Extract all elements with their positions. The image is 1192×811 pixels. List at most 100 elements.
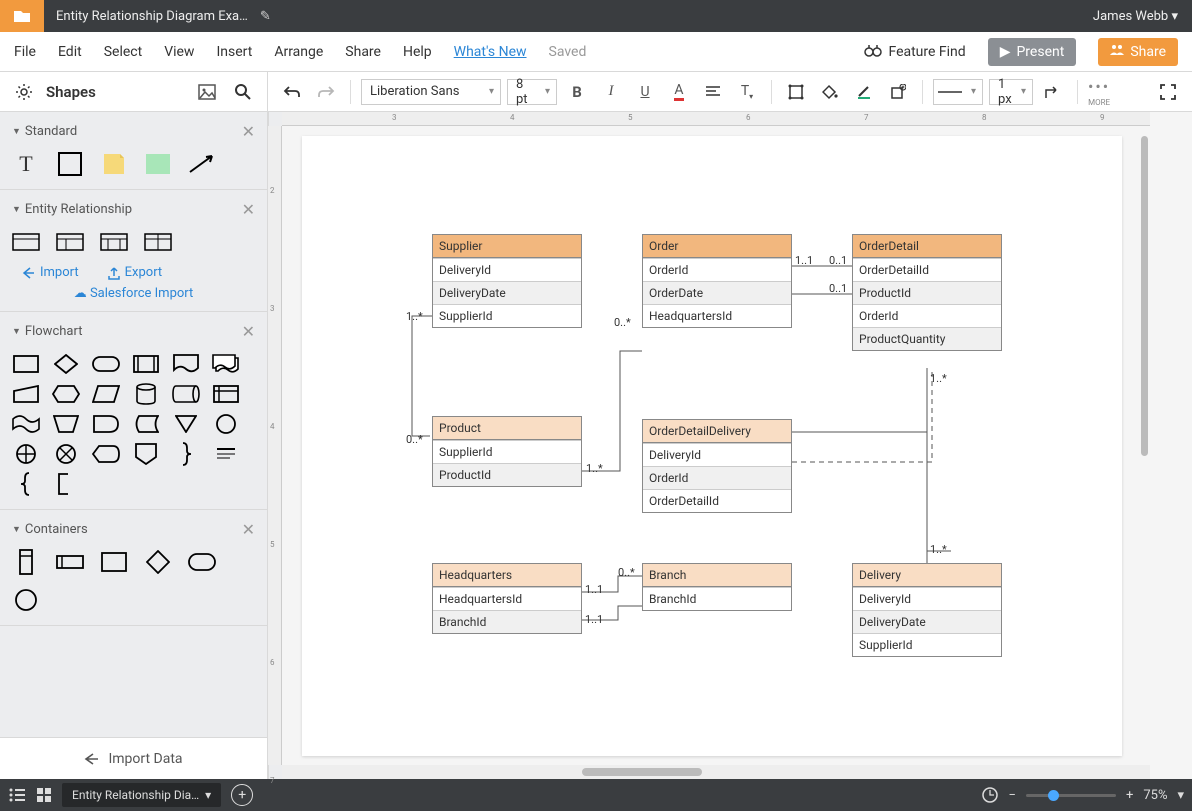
entity-header[interactable]: Headquarters	[433, 564, 581, 587]
fc-terminator[interactable]	[92, 353, 120, 375]
entity-header[interactable]: OrderDetail	[853, 235, 1001, 258]
entity-hq[interactable]: Headquarters HeadquartersId BranchId	[432, 563, 582, 634]
entity-field[interactable]: DeliveryId	[643, 443, 791, 466]
entity-header[interactable]: Order	[643, 235, 791, 258]
search-icon[interactable]	[229, 78, 257, 106]
entity-header[interactable]: Product	[433, 417, 581, 440]
scrollbar-vertical[interactable]	[1138, 126, 1150, 765]
line-width-select[interactable]: 1 px	[989, 79, 1033, 105]
align-icon[interactable]	[699, 78, 727, 106]
ct-pill[interactable]	[188, 551, 216, 573]
fc-directdata[interactable]	[172, 383, 200, 405]
add-page-button[interactable]: +	[231, 784, 253, 806]
ct-circle[interactable]	[12, 589, 40, 611]
entity-field[interactable]: DeliveryId	[433, 258, 581, 281]
underline-icon[interactable]: U	[631, 78, 659, 106]
fc-storeddata[interactable]	[132, 413, 160, 435]
italic-icon[interactable]: I	[597, 78, 625, 106]
page-tab[interactable]: Entity Relationship Dia… ▾	[62, 783, 221, 807]
font-select[interactable]: Liberation Sans	[361, 79, 501, 105]
bold-icon[interactable]: B	[563, 78, 591, 106]
close-icon[interactable]: ✕	[242, 520, 255, 539]
line-color-icon[interactable]	[850, 78, 878, 106]
caret-icon[interactable]: ▼	[12, 204, 21, 215]
entity-field[interactable]: OrderDate	[643, 281, 791, 304]
close-icon[interactable]: ✕	[242, 122, 255, 141]
caret-icon[interactable]: ▼	[12, 126, 21, 137]
menu-select[interactable]: Select	[104, 44, 142, 60]
fc-internal[interactable]	[212, 383, 240, 405]
shape-arrow[interactable]	[188, 153, 216, 175]
entity-field[interactable]: ProductQuantity	[853, 327, 1001, 350]
entity-supplier[interactable]: Supplier DeliveryId DeliveryDate Supplie…	[432, 234, 582, 328]
fc-braceR[interactable]	[172, 443, 200, 465]
er-export[interactable]: Export	[107, 265, 163, 280]
entity-field[interactable]: HeadquartersId	[643, 304, 791, 327]
entity-header[interactable]: Delivery	[853, 564, 1001, 587]
menu-edit[interactable]: Edit	[58, 44, 82, 60]
fc-data[interactable]	[92, 383, 120, 405]
entity-header[interactable]: OrderDetailDelivery	[643, 420, 791, 443]
shape-er4[interactable]	[144, 231, 172, 253]
fc-preparation[interactable]	[52, 383, 80, 405]
zoom-value[interactable]: 75%	[1143, 788, 1167, 803]
menu-arrange[interactable]: Arrange	[274, 44, 323, 60]
redo-icon[interactable]	[312, 78, 340, 106]
entity-odd[interactable]: OrderDetailDelivery DeliveryId OrderId O…	[642, 419, 792, 513]
fc-document[interactable]	[172, 353, 200, 375]
chevron-down-icon[interactable]: ▾	[1177, 788, 1184, 803]
fc-summing[interactable]	[52, 443, 80, 465]
entity-field[interactable]: DeliveryDate	[433, 281, 581, 304]
scrollbar-horizontal[interactable]	[282, 765, 1150, 779]
line-style-select[interactable]	[933, 79, 983, 105]
line-shape-icon[interactable]	[1039, 78, 1067, 106]
entity-field[interactable]: ProductId	[853, 281, 1001, 304]
page[interactable]: Supplier DeliveryId DeliveryDate Supplie…	[302, 136, 1122, 756]
entity-field[interactable]: OrderId	[643, 258, 791, 281]
menu-view[interactable]: View	[164, 44, 194, 60]
fc-predef[interactable]	[132, 353, 160, 375]
image-icon[interactable]	[193, 78, 221, 106]
text-options-icon[interactable]: T▾	[733, 78, 761, 106]
menu-file[interactable]: File	[14, 44, 36, 60]
menu-share[interactable]: Share	[345, 44, 381, 60]
fc-notelines[interactable]	[212, 443, 240, 465]
fc-noteleft[interactable]	[52, 473, 80, 495]
entity-field[interactable]: OrderDetailId	[643, 489, 791, 512]
entity-field[interactable]: SupplierId	[853, 633, 1001, 656]
fc-merge[interactable]	[172, 413, 200, 435]
outline-icon[interactable]	[8, 788, 26, 802]
shape-note[interactable]	[100, 153, 128, 175]
undo-icon[interactable]	[278, 78, 306, 106]
text-color-icon[interactable]: A	[665, 78, 693, 106]
present-button[interactable]: ▶Present	[988, 38, 1077, 66]
ct-rect[interactable]	[100, 551, 128, 573]
entity-field[interactable]: OrderId	[853, 304, 1001, 327]
entity-field[interactable]: BranchId	[643, 587, 791, 610]
autosync-icon[interactable]	[981, 786, 999, 804]
fc-display[interactable]	[92, 443, 120, 465]
fc-delay[interactable]	[92, 413, 120, 435]
entity-field[interactable]: SupplierId	[433, 304, 581, 327]
shape-options-icon[interactable]	[884, 78, 912, 106]
fc-diamond[interactable]	[52, 353, 80, 375]
menu-help[interactable]: Help	[403, 44, 432, 60]
fc-rect[interactable]	[12, 353, 40, 375]
shape-er1[interactable]	[12, 231, 40, 253]
fontsize-select[interactable]: 8 pt	[507, 79, 557, 105]
feature-find[interactable]: Feature Find	[864, 43, 965, 61]
entity-header[interactable]: Supplier	[433, 235, 581, 258]
doc-title[interactable]: Entity Relationship Diagram Exa…	[44, 9, 260, 24]
fc-offpage[interactable]	[132, 443, 160, 465]
salesforce-import[interactable]: ☁ Salesforce Import	[12, 286, 255, 301]
shape-hotspot[interactable]	[144, 153, 172, 175]
shape-er2[interactable]	[56, 231, 84, 253]
entity-branch[interactable]: Branch BranchId	[642, 563, 792, 611]
more-button[interactable]: •••MORE	[1088, 77, 1110, 107]
close-icon[interactable]: ✕	[242, 322, 255, 341]
close-icon[interactable]: ✕	[242, 200, 255, 219]
fc-papertape[interactable]	[12, 413, 40, 435]
fc-manualop[interactable]	[52, 413, 80, 435]
rename-icon[interactable]: ✎	[260, 9, 271, 24]
entity-orderdetail[interactable]: OrderDetail OrderDetailId ProductId Orde…	[852, 234, 1002, 351]
